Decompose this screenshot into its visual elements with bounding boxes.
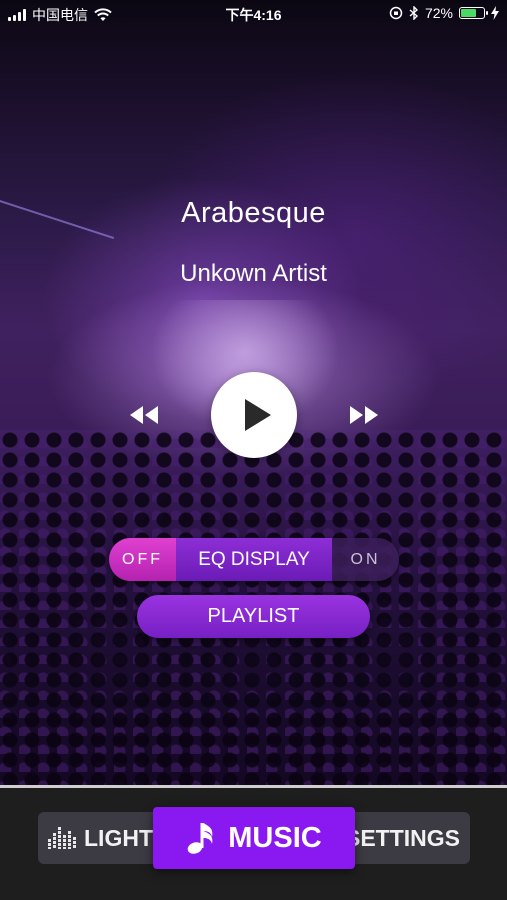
eq-on-option[interactable]: ON bbox=[332, 538, 399, 581]
tab-music-label: MUSIC bbox=[228, 821, 322, 854]
status-bar: 中国电信 下午4:16 72% bbox=[0, 0, 507, 28]
tab-settings-label: SETTINGS bbox=[344, 824, 460, 851]
charging-icon bbox=[491, 6, 499, 20]
artist-name: Unkown Artist bbox=[180, 260, 327, 287]
tab-light-label: LIGHT bbox=[84, 824, 153, 851]
play-icon bbox=[245, 399, 271, 431]
music-note-icon bbox=[187, 823, 213, 854]
battery-icon bbox=[459, 7, 488, 19]
play-button[interactable] bbox=[211, 372, 297, 458]
rewind-icon[interactable] bbox=[128, 404, 160, 426]
fast-forward-icon[interactable] bbox=[348, 404, 380, 426]
song-title: Arabesque bbox=[181, 197, 326, 229]
bottom-tab-bar: LIGHT SETTINGS MUSIC bbox=[0, 788, 507, 900]
eq-display-toggle[interactable]: OFF EQ DISPLAY ON bbox=[109, 538, 399, 581]
battery-percent: 72% bbox=[424, 5, 453, 21]
status-right: 72% bbox=[389, 5, 499, 21]
bluetooth-icon bbox=[409, 6, 418, 20]
battery-level-fill bbox=[461, 9, 477, 17]
playlist-button[interactable]: PLAYLIST bbox=[137, 595, 370, 638]
orientation-lock-icon bbox=[389, 6, 403, 20]
equalizer-icon bbox=[48, 827, 76, 849]
eq-off-option[interactable]: OFF bbox=[109, 538, 176, 581]
tab-music[interactable]: MUSIC bbox=[153, 807, 355, 869]
eq-display-label: EQ DISPLAY bbox=[176, 538, 332, 581]
